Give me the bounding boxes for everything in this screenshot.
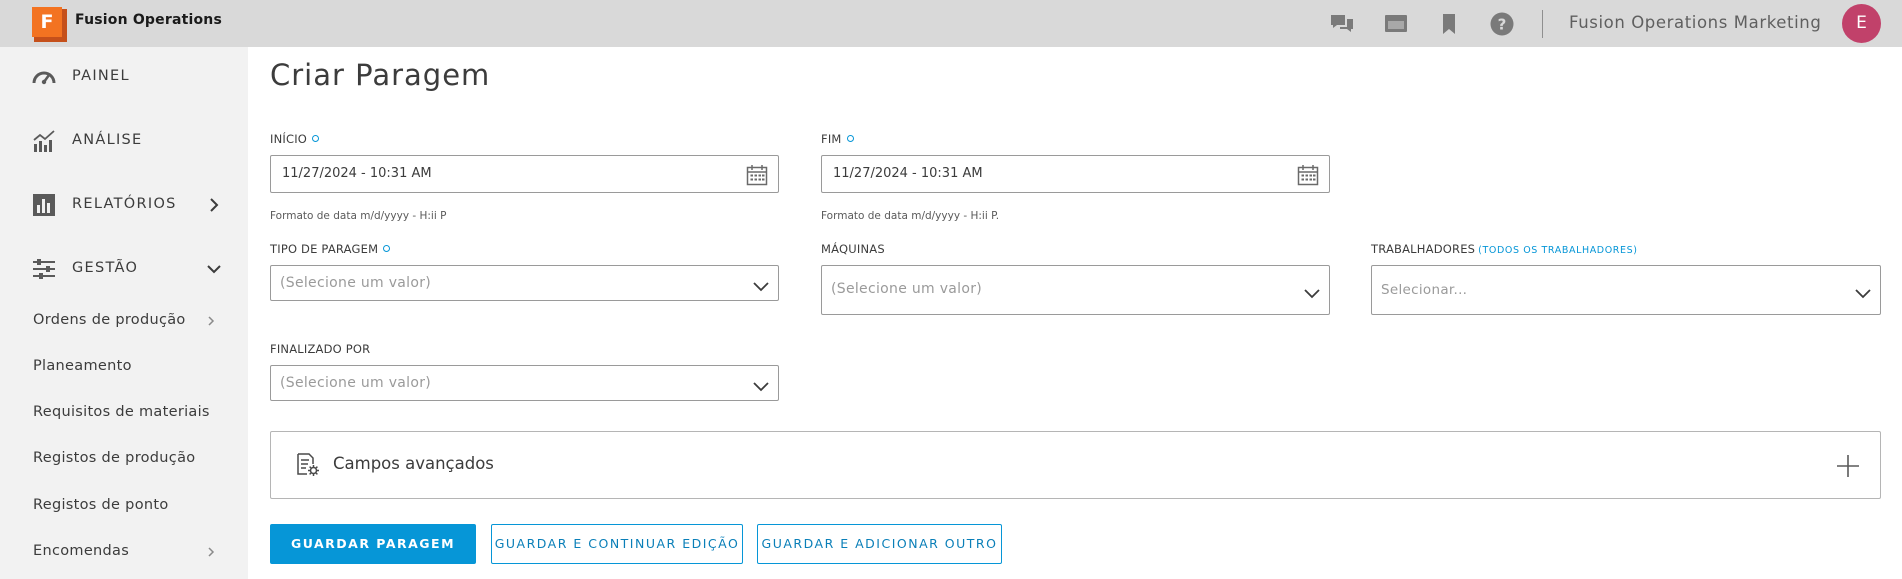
sidebar-item-gestao[interactable]: GESTÃO [32,255,232,283]
app-title: Fusion Operations [75,12,223,28]
finished-by-placeholder: (Selecione um valor) [280,375,432,391]
end-label: FIM [821,132,854,146]
stop-type-select[interactable]: (Selecione um valor) [270,265,779,301]
chevron-down-icon [752,278,770,292]
sidebar-subitem-requisitos[interactable]: Requisitos de materiais [33,404,223,420]
chevron-right-icon [205,545,217,559]
machines-select[interactable]: (Selecione um valor) [821,265,1330,315]
stop-type-label: TIPO DE PARAGEM [270,242,391,256]
save-add-another-button[interactable]: GUARDAR E ADICIONAR OUTRO [757,524,1002,564]
save-continue-button[interactable]: GUARDAR E CONTINUAR EDIÇÃO [491,524,743,564]
user-avatar[interactable]: E [1842,4,1881,43]
page-title: Criar Paragem [270,58,491,92]
end-label-text: FIM [821,132,842,146]
workers-label-text: TRABALHADORES [1371,242,1476,256]
chevron-down-icon [1854,285,1872,299]
stop-type-label-text: TIPO DE PARAGEM [270,242,379,256]
start-format-hint: Formato de data m/d/yyyy - H:ii P [270,210,447,222]
required-indicator [312,135,320,142]
organization-name[interactable]: Fusion Operations Marketing [1569,13,1821,32]
sidebar-item-label: PAINEL [72,68,130,84]
all-workers-link[interactable]: (TODOS OS TRABALHADORES) [1478,245,1637,256]
sidebar-item-label: RELATÓRIOS [72,196,177,212]
workers-placeholder: Selecionar... [1381,282,1468,298]
bookmark-icon[interactable] [1436,11,1462,37]
sidebar-subitem-registos-producao[interactable]: Registos de produção [33,450,223,466]
expand-plus-icon[interactable] [1836,454,1860,478]
machines-label: MÁQUINAS [821,242,885,256]
chevron-down-icon [1303,285,1321,299]
sidebar: PAINEL ANÁLISE RELATÓRIOS GESTÃO Ordens … [0,47,248,579]
reports-icon [32,193,56,217]
sidebar-subitem-label: Registos de ponto [33,497,169,513]
sidebar-item-painel[interactable]: PAINEL [32,63,232,91]
sidebar-item-label: ANÁLISE [72,132,143,148]
dashboard-icon [32,65,56,89]
logo-letter: F [32,7,62,37]
calendar-icon[interactable] [1297,164,1319,186]
sidebar-subitem-planeamento[interactable]: Planeamento [33,358,223,374]
start-datetime-value: 11/27/2024 - 10:31 AM [282,166,432,181]
sidebar-item-label: GESTÃO [72,260,139,276]
help-icon[interactable]: ? [1489,11,1515,37]
workers-select[interactable]: Selecionar... [1371,265,1881,315]
end-datetime-value: 11/27/2024 - 10:31 AM [833,166,983,181]
sidebar-subitem-label: Planeamento [33,358,132,374]
analytics-icon [32,129,56,153]
end-datetime-input[interactable]: 11/27/2024 - 10:31 AM [821,155,1330,193]
chevron-right-icon [206,197,222,213]
start-datetime-input[interactable]: 11/27/2024 - 10:31 AM [270,155,779,193]
app-logo[interactable]: F [32,7,68,42]
sidebar-subitem-label: Encomendas [33,543,130,559]
machines-placeholder: (Selecione um valor) [831,281,983,297]
required-indicator [383,245,391,252]
chat-icon[interactable] [1329,11,1355,37]
document-settings-icon [295,452,321,478]
finished-by-select[interactable]: (Selecione um valor) [270,365,779,401]
sidebar-subitem-label: Ordens de produção [33,312,186,328]
finished-by-label: FINALIZADO POR [270,342,371,356]
workers-label: TRABALHADORES (TODOS OS TRABALHADORES) [1371,242,1638,256]
chevron-down-icon [206,261,222,277]
topbar-divider [1542,10,1543,38]
advanced-fields-label: Campos avançados [333,454,494,473]
screen-icon[interactable] [1383,11,1409,37]
svg-text:?: ? [1498,16,1507,34]
advanced-fields-panel[interactable]: Campos avançados [270,431,1881,499]
start-label-text: INÍCIO [270,132,308,146]
calendar-icon[interactable] [746,164,768,186]
chevron-down-icon [752,378,770,392]
stop-type-placeholder: (Selecione um valor) [280,275,432,291]
sidebar-subitem-registos-ponto[interactable]: Registos de ponto [33,497,223,513]
start-label: INÍCIO [270,132,320,146]
end-format-hint: Formato de data m/d/yyyy - H:ii P. [821,210,1000,222]
management-icon [32,257,56,281]
sidebar-subitem-label: Requisitos de materiais [33,404,210,420]
top-bar: F Fusion Operations ? Fusion Operations … [0,0,1902,47]
save-stop-button[interactable]: GUARDAR PARAGEM [270,524,476,564]
sidebar-subitem-ordens-producao[interactable]: Ordens de produção [33,312,223,328]
sidebar-item-analise[interactable]: ANÁLISE [32,127,232,155]
chevron-right-icon [205,314,217,328]
sidebar-subitem-encomendas[interactable]: Encomendas [33,543,223,559]
sidebar-item-relatorios[interactable]: RELATÓRIOS [32,191,232,219]
required-indicator [846,135,854,142]
sidebar-subitem-label: Registos de produção [33,450,196,466]
